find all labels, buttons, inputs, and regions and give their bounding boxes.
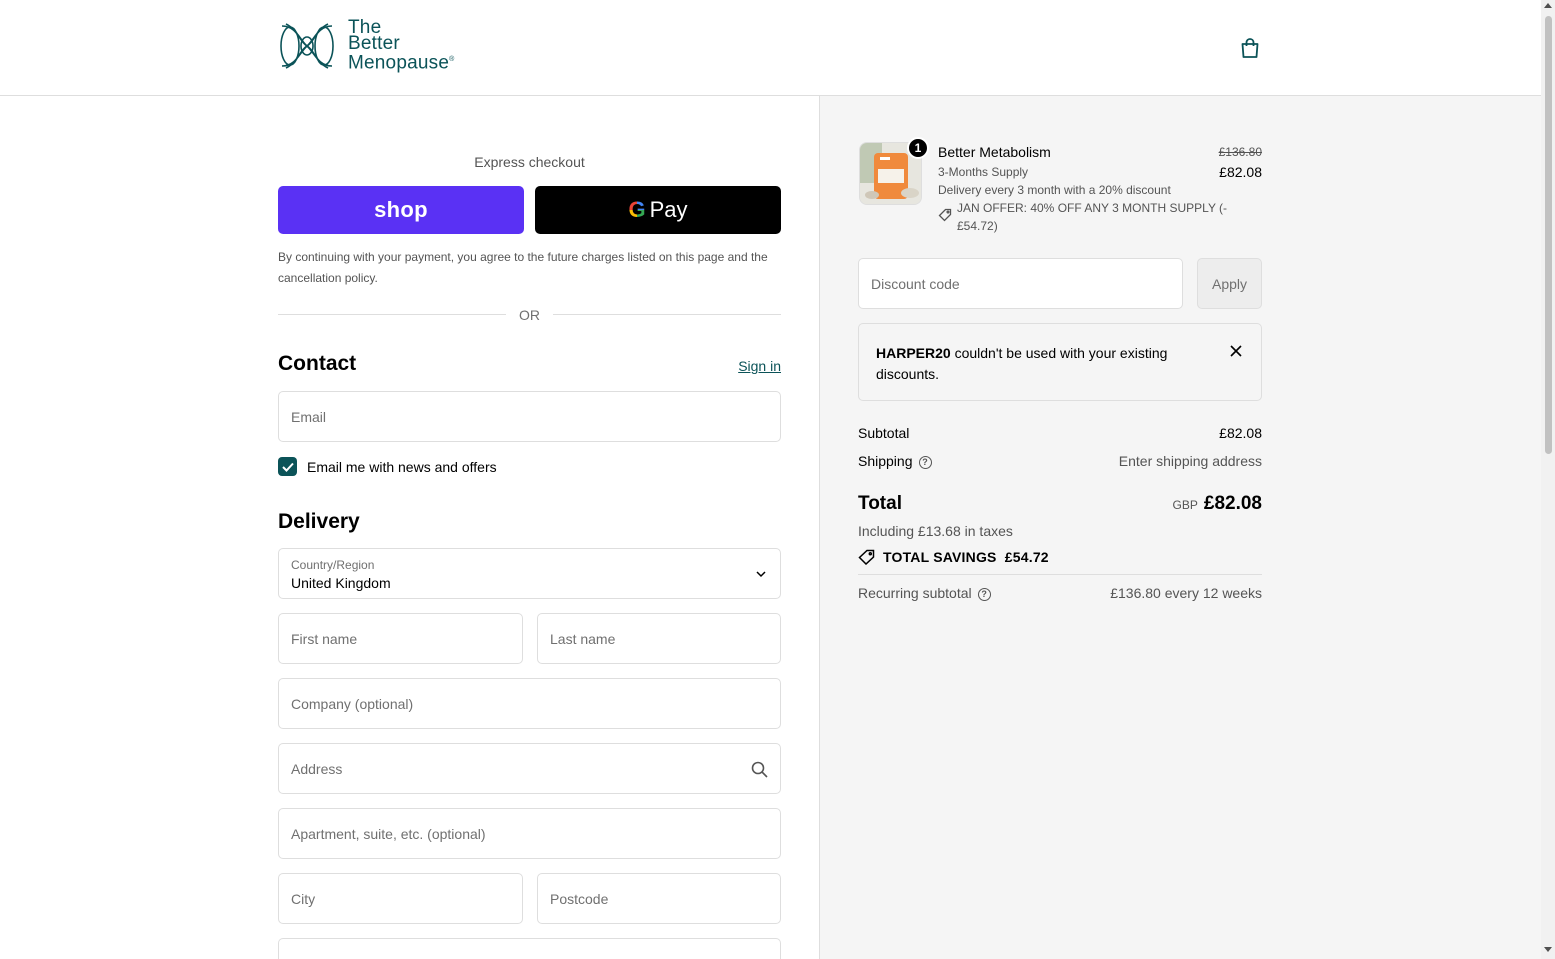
logo-line-2: Better (348, 33, 400, 55)
summary-divider (858, 574, 1262, 575)
total-savings-label: TOTAL SAVINGS (883, 549, 997, 565)
page-scrollbar[interactable] (1541, 0, 1555, 959)
discount-code-placeholder: Discount code (871, 275, 960, 292)
apartment-placeholder: Apartment, suite, etc. (optional) (291, 825, 486, 842)
brand-logo-text: The Better Menopause® (348, 18, 455, 74)
shipping-help-icon[interactable]: ? (918, 455, 932, 469)
city-field[interactable]: City (278, 873, 523, 924)
or-divider: OR (278, 306, 781, 324)
postcode-placeholder: Postcode (550, 890, 609, 907)
contact-heading: Contact (278, 352, 357, 375)
chevron-down-icon (756, 571, 766, 578)
registered-mark: ® (449, 56, 455, 64)
taxes-note: Including £13.68 in taxes (858, 523, 1013, 539)
city-placeholder: City (291, 890, 316, 907)
offer-line-2: £54.72) (957, 219, 998, 233)
last-name-field[interactable]: Last name (537, 613, 781, 664)
last-name-placeholder: Last name (550, 630, 616, 647)
company-field[interactable]: Company (optional) (278, 678, 781, 729)
postcode-field[interactable]: Postcode (537, 873, 781, 924)
quantity-badge: 1 (907, 137, 929, 159)
apply-discount-button[interactable]: Apply (1197, 258, 1262, 309)
discount-error-code: HARPER20 (876, 345, 951, 361)
discount-error-message: HARPER20 couldn't be used with your exis… (876, 343, 1206, 385)
email-field[interactable]: Email (278, 391, 781, 442)
news-offers-checkbox[interactable] (278, 457, 297, 476)
subtotal-label: Subtotal (858, 425, 910, 441)
shipping-label: Shipping (858, 453, 913, 469)
payment-consent-text: By continuing with your payment, you agr… (278, 250, 768, 285)
company-placeholder: Company (optional) (291, 695, 414, 712)
checkmark-icon (281, 462, 294, 472)
discounted-price: £82.08 (1219, 164, 1262, 180)
discount-code-field[interactable]: Discount code (858, 258, 1183, 309)
product-variant: 3-Months Supply (938, 165, 1029, 179)
or-label: OR (519, 307, 540, 323)
brand-logo[interactable]: The Better Menopause® (278, 18, 455, 74)
savings-tag-icon (858, 549, 875, 565)
total-label: Total (858, 493, 902, 514)
site-header: The Better Menopause® (0, 0, 1541, 96)
recurring-subtotal-label: Recurring subtotal (858, 585, 972, 601)
address-field[interactable]: Address (278, 743, 781, 794)
shipping-value: Enter shipping address (1118, 453, 1262, 469)
logo-line-3: Menopause® (348, 52, 455, 74)
shipping-label-row: Shipping? (858, 453, 932, 469)
cart-bag-icon[interactable] (1238, 36, 1262, 60)
brand-logo-mark-icon (280, 23, 334, 69)
or-divider-right-rule (553, 314, 781, 315)
news-offers-label[interactable]: Email me with news and offers (307, 459, 497, 475)
original-price: £136.80 (1218, 145, 1262, 159)
product-name: Better Metabolism (938, 144, 1051, 160)
sign-in-link[interactable]: Sign in (700, 358, 781, 374)
first-name-placeholder: First name (291, 630, 358, 647)
country-region-select[interactable]: Country/Region United Kingdom (278, 548, 781, 599)
scroll-down-arrow-icon[interactable] (1544, 947, 1552, 952)
first-name-field[interactable]: First name (278, 613, 523, 664)
address-placeholder: Address (291, 760, 343, 777)
total-currency: GBP (1172, 498, 1198, 512)
total-savings-row: TOTAL SAVINGS £54.72 (883, 549, 1049, 565)
subtotal-value: £82.08 (1219, 425, 1262, 441)
discount-error-notice: HARPER20 couldn't be used with your exis… (858, 323, 1262, 401)
total-value: £82.08 (1203, 493, 1262, 514)
recurring-subtotal-value: £136.80 every 12 weeks (1110, 585, 1262, 601)
shop-pay-button[interactable]: shop (278, 186, 524, 234)
country-region-value: United Kingdom (291, 575, 391, 591)
scrollbar-thumb[interactable] (1545, 16, 1552, 454)
logo-line-3-text: Menopause (348, 52, 450, 74)
offer-line-1: JAN OFFER: 40% OFF ANY 3 MONTH SUPPLY (- (957, 201, 1228, 215)
search-icon[interactable] (751, 761, 768, 778)
scroll-up-arrow-icon[interactable] (1544, 3, 1552, 8)
google-pay-button[interactable]: G Pay (535, 186, 781, 234)
delivery-heading: Delivery (278, 510, 360, 533)
phone-field[interactable] (278, 938, 781, 959)
country-region-label: Country/Region (291, 558, 375, 572)
google-g-icon: G (628, 197, 646, 222)
delivery-frequency-note: Delivery every 3 month with a 20% discou… (938, 183, 1171, 197)
express-checkout-label: Express checkout (474, 154, 585, 170)
shop-pay-label: shop (374, 197, 428, 222)
total-amount-row: GBP £82.08 (1062, 493, 1262, 515)
discount-tag-icon (938, 208, 952, 222)
email-placeholder: Email (291, 408, 327, 425)
google-pay-label: Pay (649, 197, 688, 222)
apartment-field[interactable]: Apartment, suite, etc. (optional) (278, 808, 781, 859)
close-icon[interactable] (1229, 344, 1243, 358)
total-savings-value: £54.72 (1004, 549, 1049, 565)
